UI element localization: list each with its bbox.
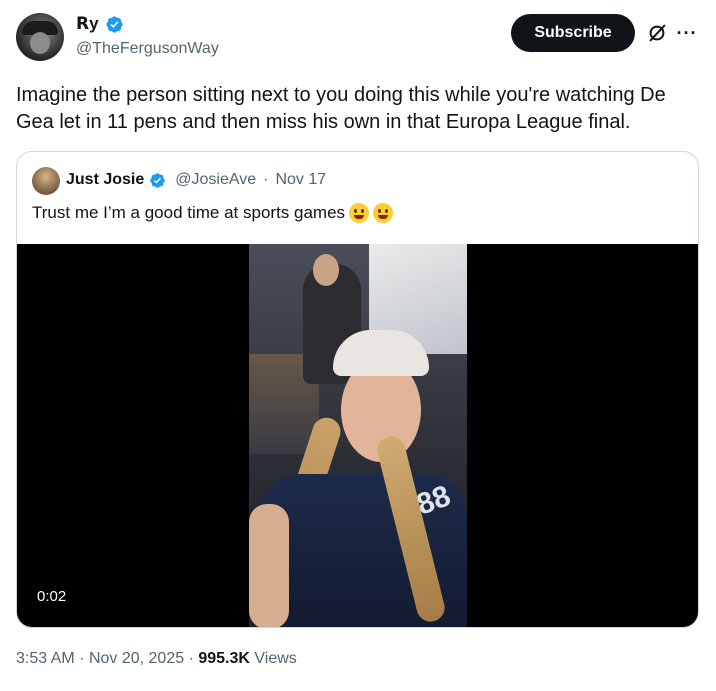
tweet-date[interactable]: Nov 20, 2025	[89, 650, 184, 667]
meta-separator: ·	[188, 650, 194, 667]
video-duration: 0:02	[37, 587, 67, 605]
quoted-text-row: Trust me I’m a good time at sports games	[32, 203, 394, 223]
views-count[interactable]: 995.3K	[198, 650, 250, 667]
winking-tongue-face-icon	[349, 203, 370, 223]
verified-badge-icon	[150, 172, 166, 188]
views-label: Views	[254, 650, 297, 667]
author-name-row[interactable]: ꓣу	[76, 14, 124, 34]
quoted-date[interactable]: Nov 17	[275, 171, 326, 189]
tweet-text: Imagine the person sitting next to you d…	[16, 84, 666, 133]
subscribe-button[interactable]: Subscribe	[511, 14, 635, 52]
more-dots-icon[interactable]: ···	[676, 22, 698, 44]
quoted-display-name[interactable]: Just Josie	[66, 171, 144, 189]
quoted-tweet-card[interactable]: Just Josie @JosieAve · Nov 17 Trust me I…	[16, 151, 699, 628]
arm	[249, 504, 289, 627]
author-display-name[interactable]: ꓣу	[76, 14, 99, 34]
background-fan-face	[313, 254, 339, 286]
avatar-face	[30, 32, 50, 54]
quoted-separator: ·	[263, 171, 269, 188]
verified-badge-icon	[105, 15, 123, 33]
tweet-time[interactable]: 3:53 AM	[16, 650, 75, 667]
quoted-author-row[interactable]: Just Josie @JosieAve · Nov 17	[66, 171, 326, 189]
video-player[interactable]: 88 0:02	[17, 244, 698, 627]
author-avatar[interactable]	[16, 13, 64, 61]
rolling-laughing-face-icon	[373, 203, 394, 223]
grok-slash-icon[interactable]	[646, 22, 668, 44]
quoted-handle[interactable]: @JosieAve	[175, 171, 256, 189]
quoted-text: Trust me I’m a good time at sports games	[32, 203, 346, 222]
video-frame: 88	[249, 244, 467, 627]
tweet-meta: 3:53 AM · Nov 20, 2025 · 995.3K Views	[16, 650, 297, 668]
meta-separator: ·	[79, 650, 85, 667]
quoted-author-avatar[interactable]	[32, 167, 60, 195]
author-handle[interactable]: @TheFergusonWay	[76, 40, 219, 58]
